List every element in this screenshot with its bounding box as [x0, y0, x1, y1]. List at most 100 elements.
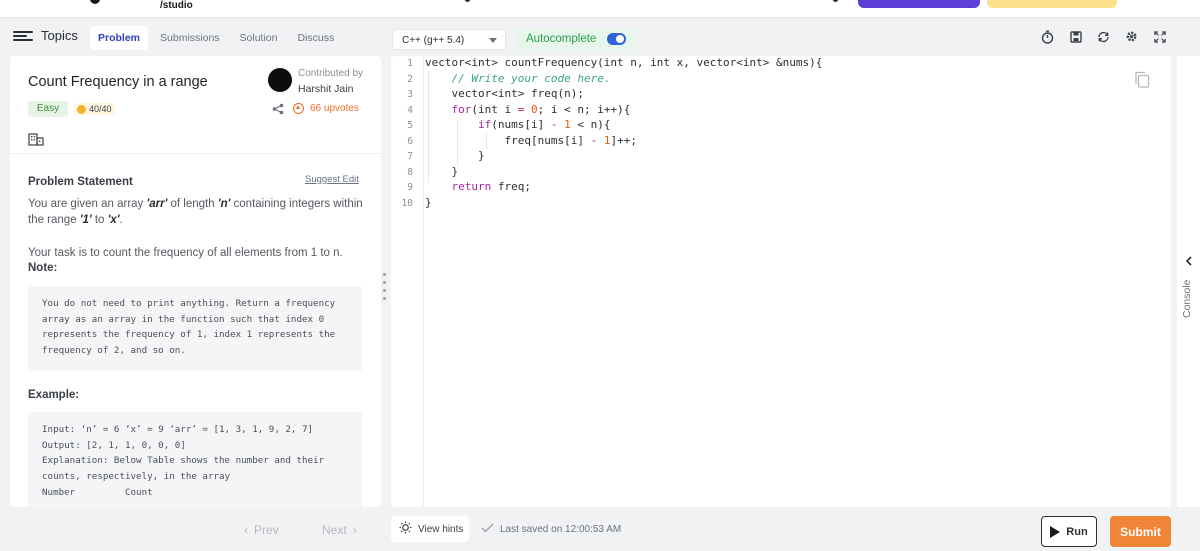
prev-label: Prev: [254, 523, 279, 537]
chevron-down-icon: [489, 38, 497, 43]
menu-icon: [13, 29, 35, 43]
next-button[interactable]: Next ›: [322, 523, 357, 537]
line-number: 10: [401, 197, 413, 209]
line-number: 8: [407, 166, 413, 178]
timer-icon[interactable]: [1040, 29, 1055, 44]
chevron-left-icon: ‹: [244, 523, 248, 537]
settings-icon[interactable]: [1124, 29, 1139, 44]
save-icon[interactable]: [1068, 29, 1083, 44]
header-fragment: [465, 0, 470, 2]
language-value: C++ (g++ 5.4): [402, 35, 465, 46]
line-number-gutter: 1 2 3 4 5 6 7 8 9 10: [391, 56, 424, 507]
topics-label: Topics: [41, 28, 78, 43]
line-number: 1: [407, 58, 413, 69]
note-box: You do not need to print anything. Retur…: [28, 286, 362, 371]
problem-title: Count Frequency in a range: [28, 74, 208, 90]
code-line: freq[nums[i] - 1]++;: [425, 133, 637, 147]
editor-tools: [1040, 29, 1167, 44]
code-line: vector<int> countFrequency(int n, int x,…: [425, 56, 823, 69]
tab-problem[interactable]: Problem: [90, 26, 149, 50]
code-line: for(int i = 0; i < n; i++){: [451, 102, 631, 116]
panel-resize-handle[interactable]: [383, 273, 386, 300]
statement-var: 'arr': [146, 198, 168, 210]
problem-tabs: Problem Submissions Solution Discuss: [90, 26, 342, 50]
logo-fragment: [90, 0, 100, 4]
company-icon[interactable]: [28, 132, 44, 151]
play-icon: [1050, 525, 1061, 538]
statement-var: 'x': [107, 214, 120, 226]
copy-icon[interactable]: [1134, 71, 1150, 93]
header-primary-button[interactable]: [858, 0, 980, 8]
example-heading: Example:: [28, 389, 80, 401]
difficulty-badge: Easy: [28, 101, 68, 117]
prev-button[interactable]: ‹ Prev: [244, 523, 279, 537]
line-number: 4: [407, 104, 413, 116]
statement-text: to: [91, 214, 108, 226]
view-hints-button[interactable]: View hints: [391, 516, 469, 542]
last-saved-status: Last saved on 12:00:53 AM: [481, 523, 621, 536]
line-number: 6: [407, 135, 413, 147]
problem-header: Count Frequency in a range Contributed b…: [10, 56, 381, 154]
note-heading: Note:: [28, 262, 58, 274]
code-editor[interactable]: 1 2 3 4 5 6 7 8 9 10 vector<int> countFr…: [391, 56, 1171, 507]
code-line: }: [425, 195, 432, 209]
bulb-icon: [399, 521, 412, 537]
view-hints-label: View hints: [418, 523, 464, 535]
header-fragment: [833, 0, 838, 2]
problem-panel: Count Frequency in a range Contributed b…: [10, 56, 381, 507]
statement-text: You are given an array: [28, 198, 147, 210]
fullscreen-icon[interactable]: [1152, 29, 1167, 44]
statement-paragraph: You are given an array 'arr' of length '…: [28, 196, 368, 228]
line-number: 3: [407, 89, 413, 100]
chevron-right-icon: ›: [352, 523, 357, 537]
upvote-button[interactable]: 66 upvotes: [293, 103, 359, 114]
header-secondary-button[interactable]: [987, 0, 1117, 8]
contributed-by-label: Contributed by: [298, 68, 364, 79]
breadcrumb[interactable]: /studio: [160, 0, 193, 11]
suggest-edit-link[interactable]: Suggest Edit: [305, 174, 359, 185]
line-number: 7: [407, 151, 413, 162]
coin-icon: [77, 104, 86, 114]
next-label: Next: [322, 523, 347, 537]
score-badge: 40/40: [74, 103, 115, 115]
statement-var: 'n': [217, 198, 231, 210]
chevron-left-icon[interactable]: [1185, 253, 1192, 271]
console-panel-toggle[interactable]: Console: [1177, 56, 1200, 507]
toggle-switch[interactable]: [607, 33, 626, 45]
topics-button[interactable]: Topics: [13, 28, 78, 43]
code-line: }: [425, 164, 459, 178]
top-header-strip: /studio: [0, 0, 1200, 18]
code-line: // Write your code here.: [451, 71, 611, 85]
code-line: vector<int> freq(n);: [425, 87, 584, 100]
check-icon: [481, 523, 494, 536]
run-label: Run: [1066, 525, 1088, 538]
line-number: 2: [407, 73, 413, 85]
upvote-icon: [293, 103, 304, 114]
run-button[interactable]: Run: [1041, 516, 1097, 547]
tab-submissions[interactable]: Submissions: [152, 26, 228, 50]
task-paragraph: Your task is to count the frequency of a…: [28, 247, 343, 259]
code-line: }: [425, 149, 485, 162]
code-line: if(nums[i] - 1 < n){: [477, 118, 611, 131]
language-select[interactable]: C++ (g++ 5.4): [392, 29, 506, 50]
statement-var: '1': [79, 214, 92, 226]
share-icon[interactable]: [272, 102, 284, 120]
autocomplete-label: Autocomplete: [526, 33, 597, 45]
submit-button[interactable]: Submit: [1110, 516, 1171, 547]
score-value: 40/40: [89, 104, 112, 114]
reset-icon[interactable]: [1096, 29, 1111, 44]
line-number: 5: [407, 120, 413, 131]
author-name[interactable]: Harshit Jain: [298, 83, 353, 95]
code-line: return freq;: [451, 180, 532, 193]
avatar[interactable]: [268, 68, 292, 92]
tab-discuss[interactable]: Discuss: [290, 26, 343, 50]
statement-text: .: [119, 214, 123, 226]
tab-solution[interactable]: Solution: [232, 26, 286, 50]
statement-text: of length: [167, 198, 218, 210]
autocomplete-toggle[interactable]: Autocomplete: [516, 29, 634, 50]
problem-statement-heading: Problem Statement: [28, 176, 133, 188]
upvote-count: 66 upvotes: [310, 103, 359, 114]
example-box: Input: ‘n’ = 6 ‘x’ = 9 ‘arr’ = [1, 3, 1,…: [28, 412, 362, 507]
line-number: 9: [407, 182, 413, 193]
console-label: Console: [1181, 279, 1193, 318]
